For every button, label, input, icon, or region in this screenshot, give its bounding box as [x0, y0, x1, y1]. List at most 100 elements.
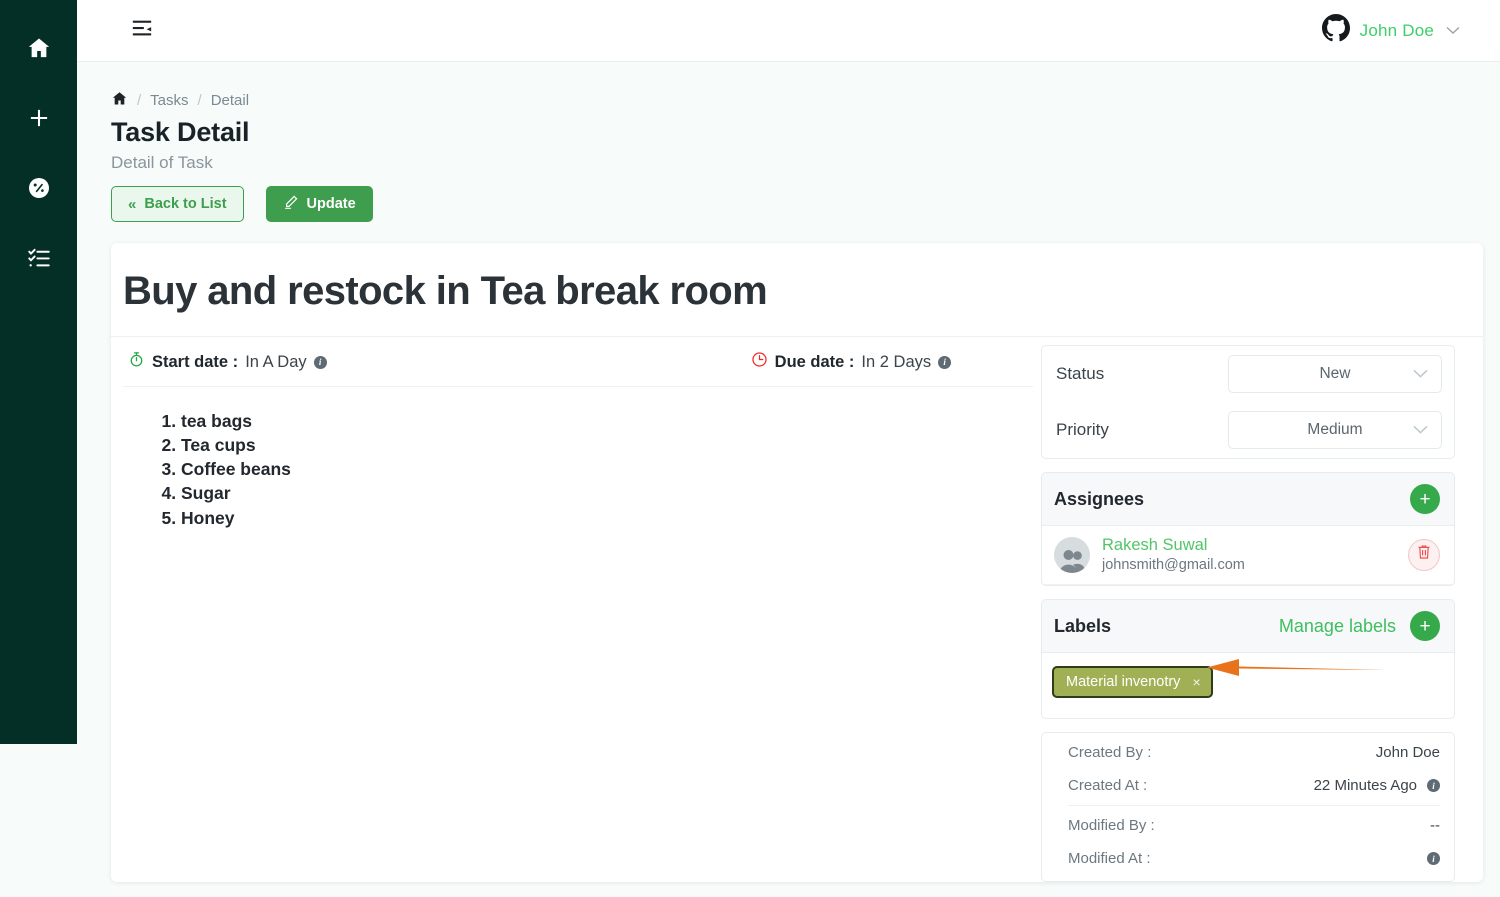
label-chip-text: Material invenotry	[1066, 674, 1181, 690]
task-description: tea bags Tea cups Coffee beans Sugar Hon…	[123, 387, 1041, 530]
update-button[interactable]: Update	[265, 186, 373, 222]
list-item: Honey	[181, 506, 1041, 530]
info-icon[interactable]: i	[1427, 779, 1440, 792]
metadata-panel: Created By : John Doe Created At : 22 Mi…	[1041, 732, 1455, 882]
metadata-row-modified-at: Modified At : i	[1042, 842, 1454, 875]
list-item: tea bags	[181, 409, 1041, 433]
sidebar-item-tasks[interactable]	[0, 223, 77, 293]
assignees-header: Assignees +	[1042, 473, 1454, 526]
app-root: John Doe / Tasks / Detail Task Detail De…	[0, 0, 1500, 897]
home-icon	[26, 35, 52, 61]
task-left-column: Start date : In A Day i Due date : In 2 …	[111, 337, 1041, 882]
divider	[1068, 805, 1440, 806]
chevron-down-icon	[1413, 365, 1428, 383]
labels-panel: Labels Manage labels + Material invenotr…	[1041, 599, 1455, 719]
info-icon[interactable]: i	[1427, 852, 1440, 865]
priority-value: Medium	[1307, 421, 1363, 438]
status-select[interactable]: New	[1228, 355, 1442, 393]
github-icon	[1321, 14, 1350, 47]
menu-fold-button[interactable]	[128, 17, 156, 45]
metadata-key: Modified By :	[1068, 817, 1155, 834]
menu-fold-icon	[131, 17, 153, 44]
assignee-name[interactable]: Rakesh Suwal	[1102, 536, 1245, 555]
breadcrumb-separator: /	[197, 92, 202, 109]
manage-labels-link[interactable]: Manage labels	[1279, 616, 1396, 637]
metadata-value: i	[1417, 852, 1440, 865]
priority-select[interactable]: Medium	[1228, 411, 1442, 449]
dashboard-icon	[27, 176, 51, 200]
avatar	[1054, 536, 1090, 573]
info-icon[interactable]: i	[313, 355, 327, 369]
page-title: Task Detail	[111, 117, 250, 147]
start-date-value: In A Day	[245, 352, 307, 371]
left-rail	[0, 0, 77, 744]
add-assignee-button[interactable]: +	[1410, 484, 1440, 514]
due-date-label: Due date :	[774, 352, 855, 371]
metadata-value-text: 22 Minutes Ago	[1313, 777, 1417, 794]
list-item: Tea cups	[181, 433, 1041, 457]
action-button-row: « Back to List Update	[111, 186, 1500, 222]
breadcrumb-home-icon[interactable]	[111, 90, 128, 111]
metadata-value: John Doe	[1375, 744, 1440, 761]
status-field-row: Status New	[1042, 346, 1454, 402]
priority-label: Priority	[1056, 420, 1109, 439]
checklist-icon	[26, 245, 52, 271]
metadata-key: Created At :	[1068, 777, 1148, 794]
status-label: Status	[1056, 364, 1105, 383]
user-name-label: John Doe	[1359, 20, 1434, 40]
due-date-value: In 2 Days	[861, 352, 932, 371]
start-date-label: Start date :	[152, 352, 239, 371]
assignees-title: Assignees	[1054, 488, 1145, 509]
labels-header: Labels Manage labels +	[1042, 600, 1454, 653]
priority-field-row: Priority Medium	[1042, 402, 1454, 458]
breadcrumb-item-tasks[interactable]: Tasks	[150, 92, 188, 109]
remove-assignee-button[interactable]	[1408, 538, 1440, 571]
description-list: tea bags Tea cups Coffee beans Sugar Hon…	[155, 409, 1041, 530]
chevron-down-icon	[1413, 421, 1428, 439]
labels-title: Labels	[1054, 615, 1112, 636]
sidebar-item-add[interactable]	[0, 83, 77, 153]
chevron-down-icon	[1446, 23, 1460, 38]
status-value: New	[1319, 365, 1351, 382]
task-title: Buy and restock in Tea break room	[123, 269, 768, 313]
assignee-row: Rakesh Suwal johnsmith@gmail.com	[1042, 526, 1454, 585]
update-label: Update	[306, 196, 356, 212]
pencil-icon	[283, 194, 299, 214]
sidebar-item-home[interactable]	[0, 13, 77, 83]
page-body: / Tasks / Detail Task Detail Detail of T…	[77, 62, 1500, 897]
start-date-block: Start date : In A Day i	[128, 351, 327, 373]
label-chip[interactable]: Material invenotry ×	[1052, 666, 1213, 698]
task-title-section: Buy and restock in Tea break room	[111, 243, 1483, 337]
add-label-button[interactable]: +	[1410, 611, 1440, 641]
list-item: Sugar	[181, 481, 1041, 505]
info-icon[interactable]: i	[938, 355, 952, 369]
assignee-email: johnsmith@gmail.com	[1102, 557, 1245, 573]
back-to-list-button[interactable]: « Back to List	[111, 186, 244, 222]
sidebar-item-dashboard[interactable]	[0, 153, 77, 223]
close-icon[interactable]: ×	[1192, 674, 1200, 690]
back-to-list-label: Back to List	[144, 196, 227, 212]
task-side-column: Status New Priority Medium Assignees + R…	[1041, 337, 1471, 882]
due-date-block: Due date : In 2 Days i	[751, 351, 952, 373]
metadata-row-created-by: Created By : John Doe	[1042, 736, 1454, 769]
list-item: Coffee beans	[181, 457, 1041, 481]
clock-icon	[751, 351, 768, 373]
assignee-info: Rakesh Suwal johnsmith@gmail.com	[1102, 536, 1245, 573]
breadcrumb-separator: /	[137, 92, 142, 109]
trash-icon	[1417, 544, 1431, 565]
plus-icon: +	[1419, 615, 1431, 637]
status-priority-panel: Status New Priority Medium	[1041, 345, 1455, 459]
metadata-key: Modified At :	[1068, 850, 1151, 867]
content-area: Buy and restock in Tea break room Start …	[111, 243, 1483, 882]
user-menu[interactable]: John Doe	[1321, 14, 1460, 47]
stopwatch-icon	[128, 351, 145, 373]
page-subtitle: Detail of Task	[111, 153, 213, 172]
top-bar: John Doe	[77, 0, 1500, 62]
labels-body: Material invenotry ×	[1042, 653, 1454, 718]
plus-icon: +	[1419, 488, 1431, 510]
plus-icon	[26, 105, 52, 131]
metadata-key: Created By :	[1068, 744, 1152, 761]
breadcrumb: / Tasks / Detail	[111, 90, 1500, 111]
breadcrumb-item-detail: Detail	[210, 92, 250, 109]
task-dates-row: Start date : In A Day i Due date : In 2 …	[123, 337, 1033, 387]
